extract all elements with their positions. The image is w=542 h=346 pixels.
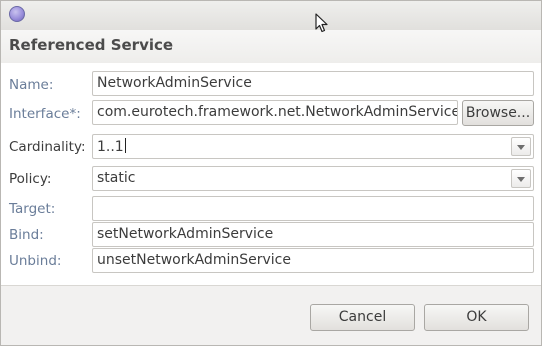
form-panel: Name: NetworkAdminService Interface*: co… [1,63,541,286]
target-label[interactable]: Target: [9,201,55,217]
cardinality-label: Cardinality: [9,139,86,155]
cancel-button[interactable]: Cancel [310,304,415,331]
ok-button[interactable]: OK [424,304,529,331]
text-caret [124,138,126,153]
window-menu-icon[interactable] [9,6,25,22]
cardinality-label-text: Cardinality: [9,139,86,155]
unbind-field[interactable]: unsetNetworkAdminService [92,248,534,273]
mouse-pointer-icon [315,13,328,33]
name-field[interactable]: NetworkAdminService [92,71,534,96]
browse-button[interactable]: Browse... [462,100,534,126]
policy-combo[interactable]: static [92,166,534,191]
referenced-service-dialog: Referenced Service Name: NetworkAdminSer… [0,0,542,346]
name-label[interactable]: Name: [9,77,53,93]
policy-label: Policy: [9,171,52,187]
policy-value: static [97,170,136,186]
cardinality-combo[interactable]: 1..1 [92,134,534,159]
interface-label[interactable]: Interface*: [9,106,81,122]
dialog-header: Referenced Service [1,30,541,64]
dialog-title: Referenced Service [9,36,174,54]
unbind-label[interactable]: Unbind: [9,253,61,269]
bind-field[interactable]: setNetworkAdminService [92,222,534,247]
interface-field[interactable]: com.eurotech.framework.net.NetworkAdminS… [92,100,458,125]
chevron-down-icon[interactable] [511,137,531,156]
window-titlebar[interactable] [1,1,541,31]
chevron-down-icon[interactable] [511,169,531,188]
target-field[interactable] [92,196,534,221]
bind-label[interactable]: Bind: [9,227,44,243]
cardinality-value: 1..1 [97,139,124,155]
